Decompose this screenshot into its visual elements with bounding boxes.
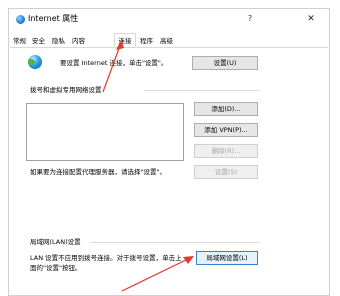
dialup-group-divider — [144, 90, 260, 91]
remove-button[interactable]: 删除(R)... — [194, 144, 258, 158]
add-connection-button[interactable]: 添加(D)... — [194, 102, 258, 116]
proxy-hint-text: 如果要为连接配置代理服务器，请选择"设置"。 — [30, 168, 166, 176]
help-button[interactable]: ? — [243, 12, 257, 26]
tab-content[interactable]: 内容 — [70, 35, 87, 47]
tab-connections[interactable]: 连接 — [114, 33, 136, 47]
dialup-group-title: 拨号和虚拟专用网络设置 — [30, 86, 102, 94]
lan-group-divider — [90, 242, 260, 243]
connection-settings-button[interactable]: 设置(S) — [194, 165, 258, 179]
tab-general[interactable]: 常规 — [12, 35, 27, 47]
network-globe-land-icon — [28, 59, 35, 65]
internet-globe-icon — [16, 15, 25, 24]
title-bar: Internet 属性 ? ✕ — [9, 9, 329, 31]
lan-info-line2: 面的"设置"按钮。 — [30, 264, 82, 272]
lan-info-line1: LAN 设置不应用到拨号连接。对于拨号设置，单击上 — [30, 254, 182, 262]
add-vpn-button[interactable]: 添加 VPN(P)... — [194, 123, 258, 137]
tab-advanced[interactable]: 高级 — [158, 35, 175, 47]
connections-listbox[interactable] — [26, 103, 184, 161]
tab-strip: 常规 安全 隐私 内容 连接 程序 高级 — [10, 33, 328, 48]
tab-privacy[interactable]: 隐私 — [50, 35, 67, 47]
setup-connection-text: 要设置 Internet 连接，单击"设置"。 — [60, 59, 168, 67]
close-button[interactable]: ✕ — [298, 10, 324, 28]
lan-settings-button[interactable]: 局域网设置(L) — [196, 251, 258, 265]
window-title: Internet 属性 — [28, 14, 79, 23]
tab-security[interactable]: 安全 — [30, 35, 47, 47]
setup-button[interactable]: 设置(U) — [192, 56, 258, 70]
tab-programs[interactable]: 程序 — [138, 35, 155, 47]
lan-group-title: 局域网(LAN)设置 — [30, 238, 81, 246]
